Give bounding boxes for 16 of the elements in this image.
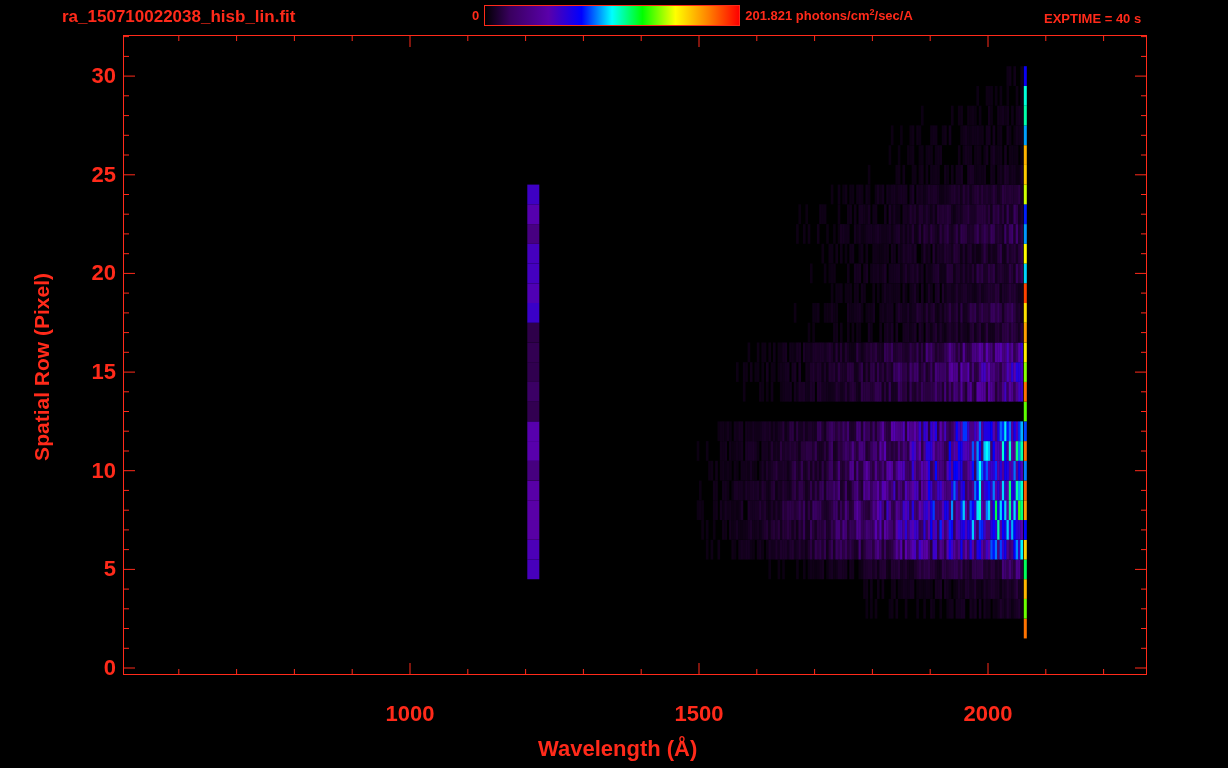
y-tick-label: 15 [91, 359, 116, 386]
exposure-time: EXPTIME = 40 s [1044, 11, 1142, 26]
file-name: ra_150710022038_hisb_lin.fit [62, 7, 296, 27]
y-tick-label: 30 [91, 63, 116, 90]
x-axis-label: Wavelength (Å) [538, 736, 698, 762]
y-tick-label: 20 [91, 260, 116, 287]
x-tick-label: 1500 [674, 701, 724, 727]
colorbar-min-label: 0 [472, 8, 480, 23]
x-tick-label: 2000 [963, 701, 1013, 727]
y-axis-label: Spatial Row (Pixel) [30, 273, 54, 461]
y-tick-label: 0 [103, 655, 116, 681]
y-tick-label: 10 [91, 457, 116, 484]
colorbar-max-label: 201.821 photons/cm$^{2}$/sec/A [745, 7, 913, 24]
y-tick-label: 5 [103, 556, 116, 583]
x-tick-label: 1000 [385, 701, 435, 727]
y-tick-label: 25 [91, 161, 116, 188]
